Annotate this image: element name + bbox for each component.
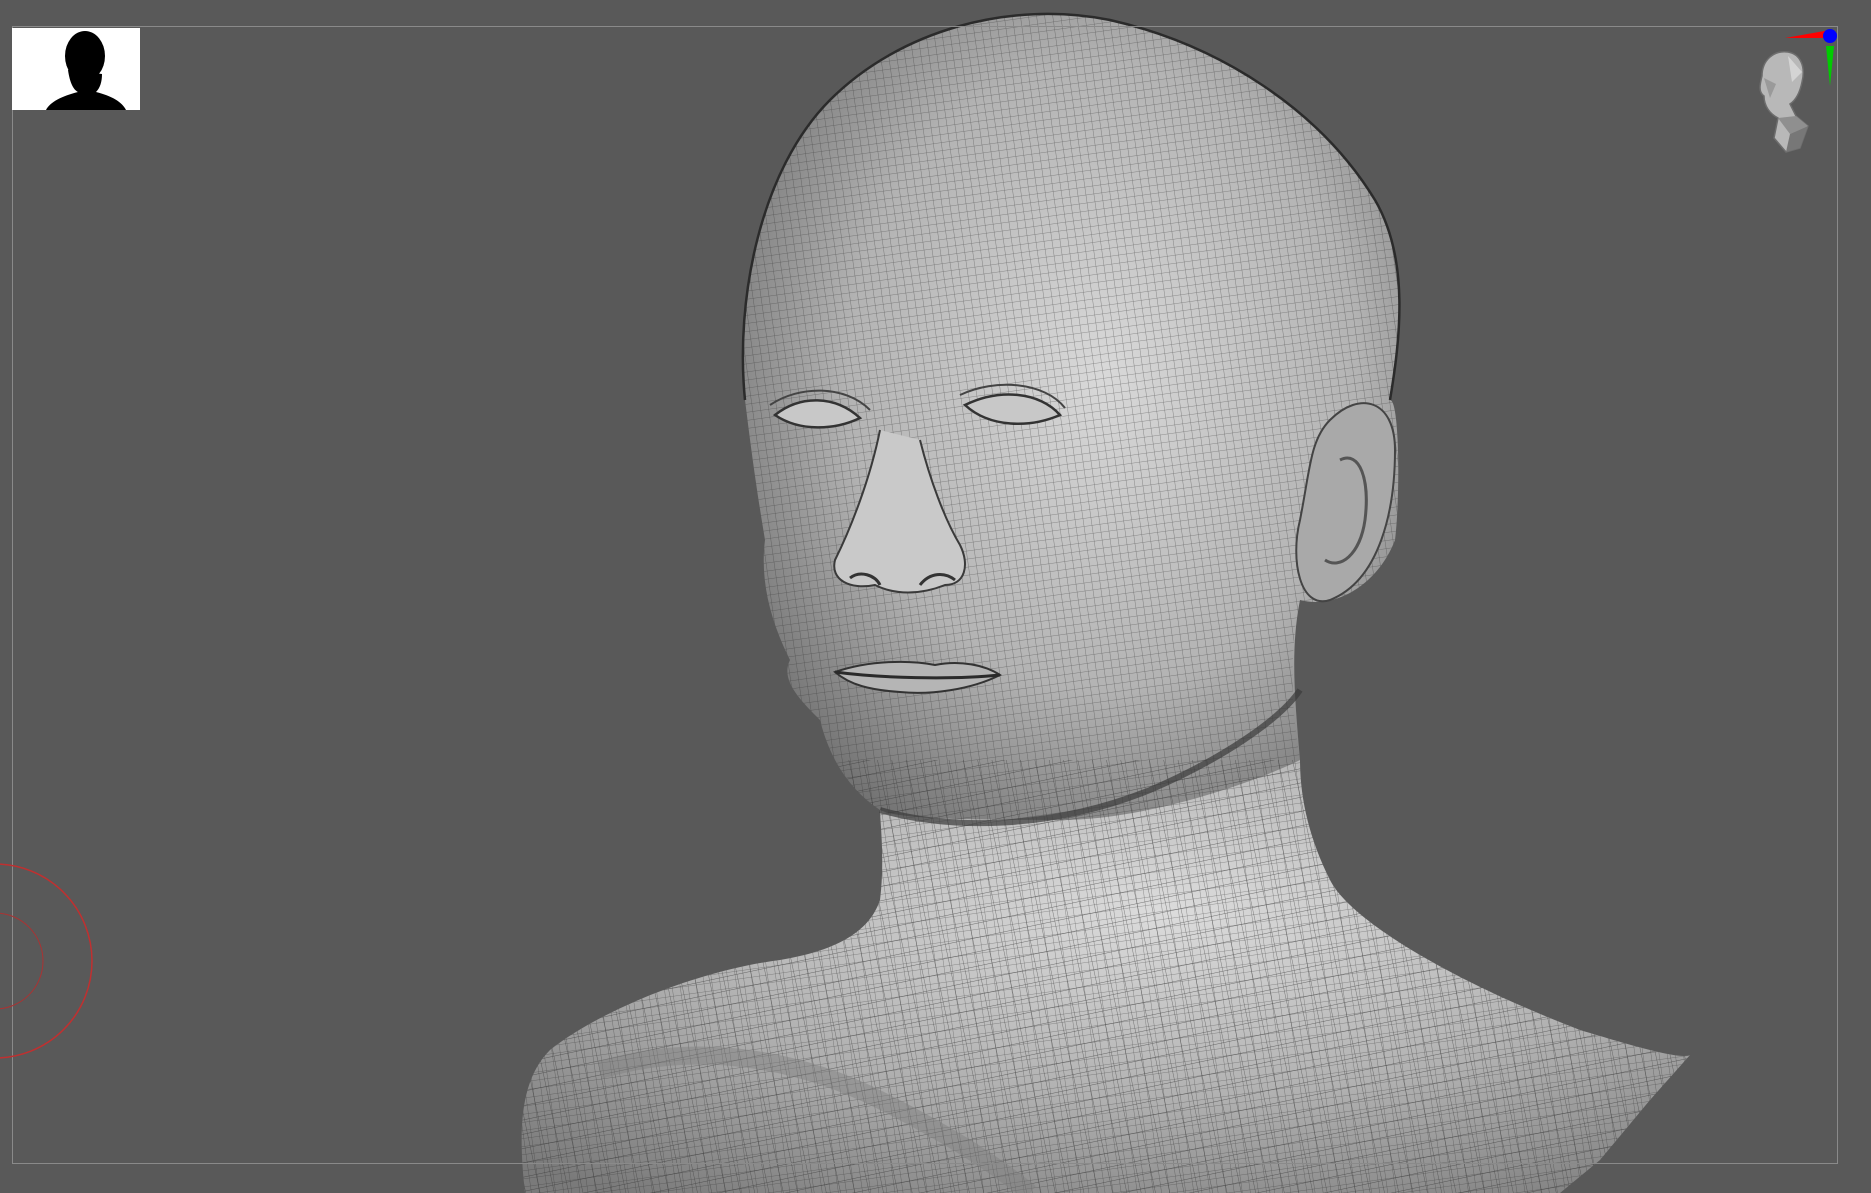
- head-bust-model[interactable]: [0, 0, 1871, 1193]
- z-axis-dot: [1823, 29, 1837, 43]
- head-orientation-icon: [1759, 51, 1809, 153]
- head-silhouette-thumbnail[interactable]: [12, 28, 140, 110]
- head-silhouette-icon: [12, 28, 140, 110]
- viewport-canvas[interactable]: [0, 0, 1871, 1193]
- y-axis-arrow: [1826, 46, 1834, 86]
- navigation-gizmo[interactable]: [1730, 26, 1840, 156]
